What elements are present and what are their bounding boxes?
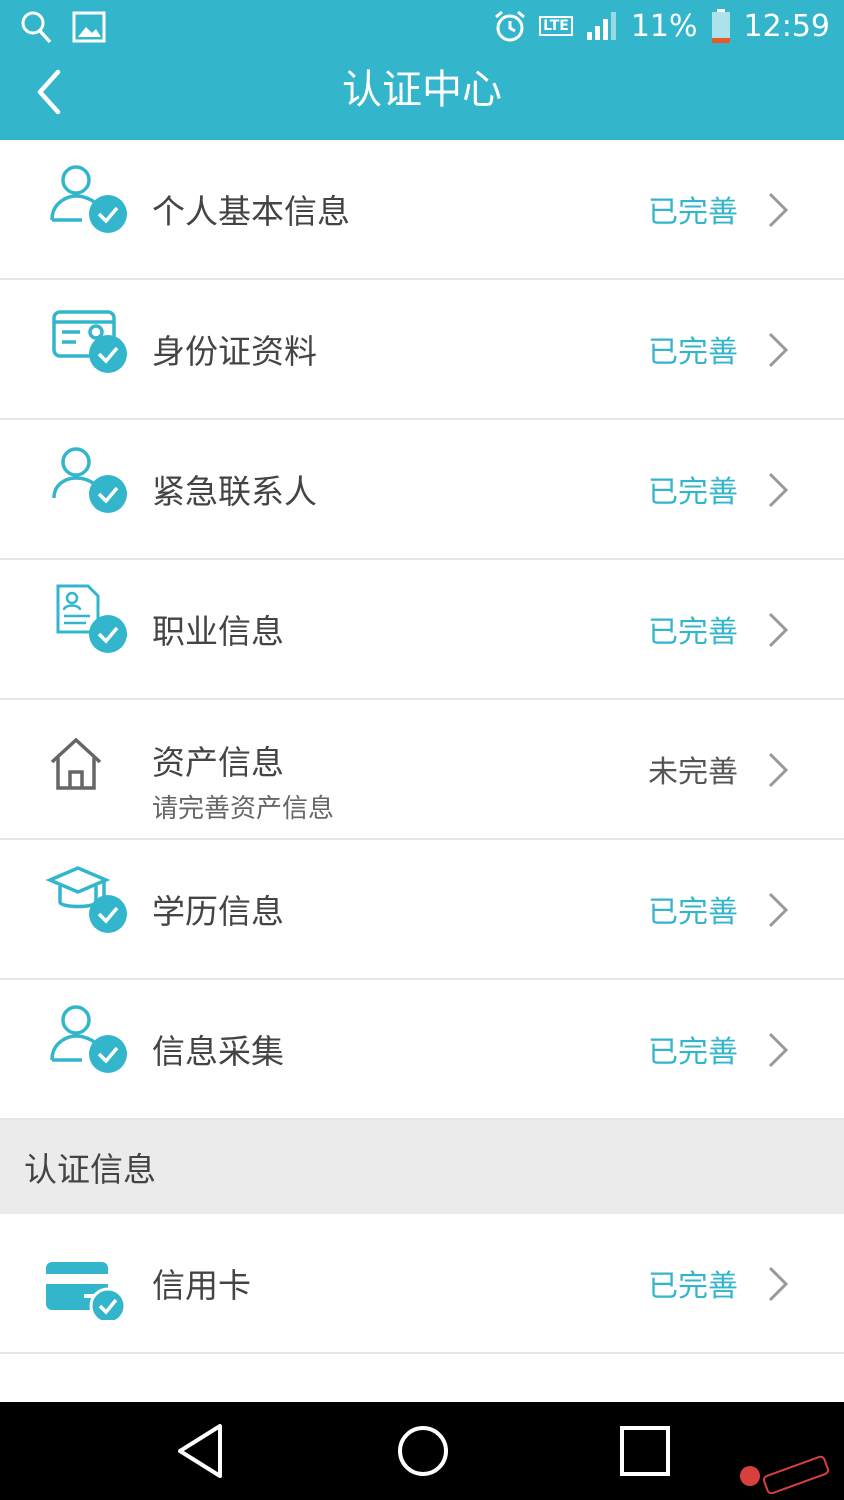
- recents-nav-button[interactable]: [618, 1422, 672, 1480]
- chevron-right-icon: [768, 192, 789, 228]
- item-label: 信息采集: [152, 1032, 284, 1071]
- app-header: LTE 11% 12:59 认证中心: [0, 0, 844, 140]
- person-check-icon: [50, 1005, 127, 1073]
- image-icon: [72, 11, 106, 43]
- list-item-education[interactable]: 学历信息 已完善: [0, 840, 844, 980]
- certification-list: 个人基本信息 已完善 身份证资料 已完善 紧急联系人 已完善 职业信息 已完善 …: [0, 140, 844, 1494]
- search-icon: [21, 11, 52, 44]
- completion-status: 已完善: [648, 895, 738, 930]
- item-sublabel: 请完善资产信息: [152, 794, 335, 824]
- navigation-bar: [0, 1402, 844, 1500]
- person-check-icon: [50, 165, 127, 233]
- chevron-right-icon: [768, 612, 789, 648]
- watermark-logo: [740, 1455, 830, 1494]
- list-item-id-card[interactable]: 身份证资料 已完善: [0, 280, 844, 420]
- item-label: 学历信息: [152, 892, 284, 931]
- signal-icon: [586, 12, 616, 40]
- chevron-right-icon: [768, 1266, 789, 1302]
- id-card-check-icon: [52, 310, 127, 373]
- chevron-right-icon: [768, 892, 789, 928]
- contact-check-icon: [52, 447, 127, 513]
- item-label: 紧急联系人: [152, 472, 317, 511]
- battery-percentage: 11%: [630, 8, 698, 44]
- list-item-assets[interactable]: 资产信息 请完善资产信息 未完善: [0, 700, 844, 840]
- list-item-occupation[interactable]: 职业信息 已完善: [0, 560, 844, 700]
- network-type: LTE: [539, 16, 573, 36]
- completion-status: 已完善: [648, 335, 738, 370]
- list-item-emergency-contact[interactable]: 紧急联系人 已完善: [0, 420, 844, 560]
- completion-status: 未完善: [648, 755, 738, 790]
- item-label: 身份证资料: [152, 332, 317, 371]
- completion-status: 已完善: [648, 195, 738, 230]
- completion-status: 已完善: [648, 1035, 738, 1070]
- completion-status: 已完善: [648, 615, 738, 650]
- house-icon: [50, 737, 102, 790]
- page-title: 认证中心: [342, 67, 502, 113]
- chevron-right-icon: [768, 752, 789, 788]
- back-nav-button[interactable]: [174, 1422, 226, 1480]
- list-item-credit-card[interactable]: 信用卡 已完善: [0, 1214, 844, 1354]
- credit-card-check-icon: [46, 1262, 127, 1320]
- chevron-right-icon: [768, 472, 789, 508]
- completion-status: 已完善: [648, 1269, 738, 1304]
- home-nav-button[interactable]: [396, 1422, 450, 1480]
- item-label: 资产信息: [152, 743, 284, 782]
- title-bar: 认证中心: [0, 56, 844, 140]
- clock: 12:59: [743, 8, 830, 44]
- document-check-icon: [56, 584, 127, 653]
- status-bar: LTE 11% 12:59: [0, 0, 844, 56]
- chevron-right-icon: [768, 332, 789, 368]
- battery-icon: [711, 9, 730, 43]
- completion-status: 已完善: [648, 475, 738, 510]
- item-label: 个人基本信息: [152, 192, 350, 231]
- chevron-right-icon: [768, 1032, 789, 1068]
- list-item-info-collection[interactable]: 信息采集 已完善: [0, 980, 844, 1120]
- graduation-cap-check-icon: [46, 866, 127, 933]
- alarm-icon: [495, 10, 526, 42]
- item-label: 信用卡: [152, 1266, 251, 1305]
- list-item-personal-info[interactable]: 个人基本信息 已完善: [0, 140, 844, 280]
- item-label: 职业信息: [152, 612, 284, 651]
- section-header: 认证信息: [0, 1120, 844, 1214]
